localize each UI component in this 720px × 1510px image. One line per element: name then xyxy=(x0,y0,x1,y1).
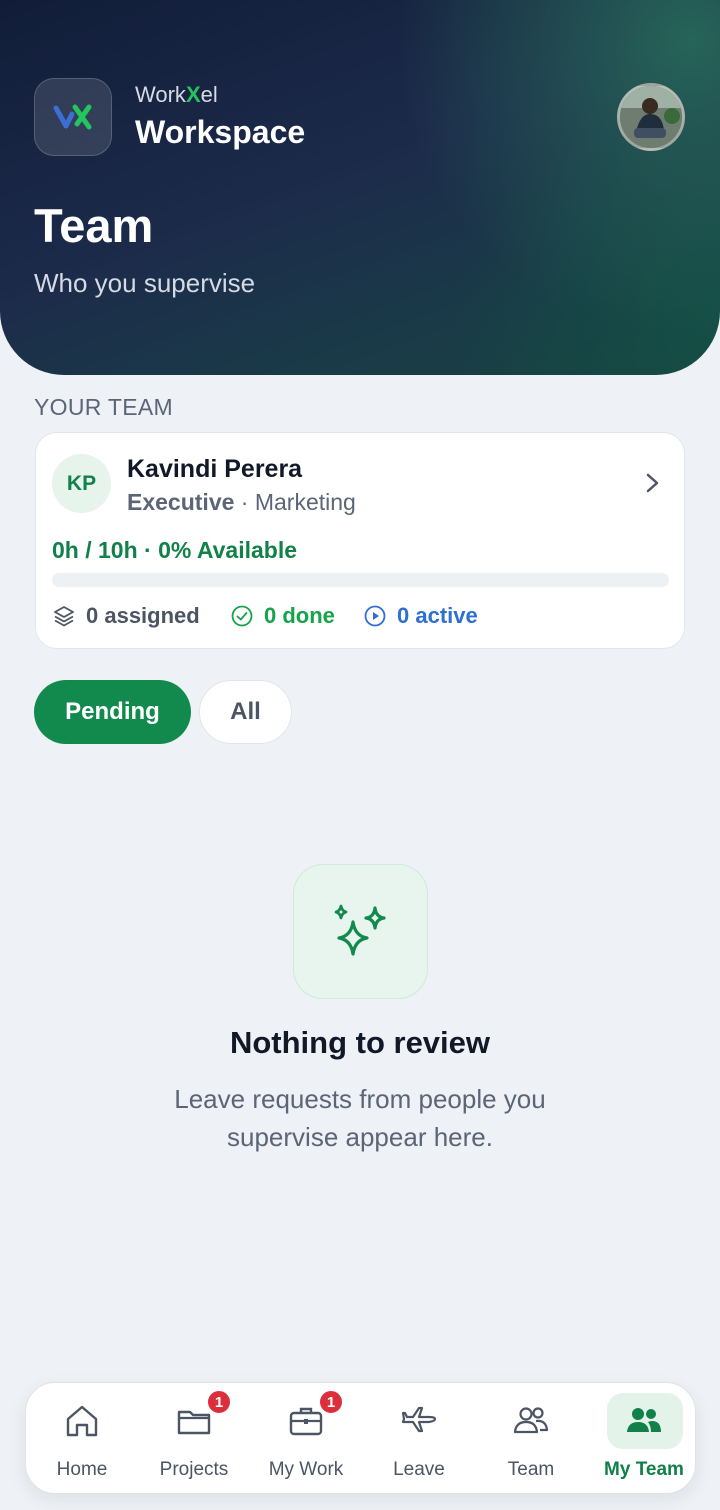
play-circle-icon xyxy=(364,605,386,627)
section-label-your-team: YOUR TEAM xyxy=(34,394,174,420)
page-title: Team xyxy=(34,199,154,252)
chevron-right-icon[interactable] xyxy=(642,471,662,495)
avatar-photo xyxy=(620,86,682,148)
nav-label-leave: Leave xyxy=(393,1459,445,1480)
plane-icon xyxy=(401,1406,437,1433)
availability-progress-bar xyxy=(52,573,669,587)
brand-name: WorkXel xyxy=(135,82,218,107)
header-banner: WorkXel Workspace Team Who you supervise xyxy=(0,0,720,375)
stat-active: 0 active xyxy=(363,603,478,629)
nav-label-team: Team xyxy=(507,1459,555,1480)
nav-item-projects[interactable]: 1 Projects xyxy=(144,1389,244,1485)
users-icon xyxy=(513,1407,549,1434)
nav-label-projects: Projects xyxy=(159,1459,229,1480)
nav-item-team[interactable]: Team xyxy=(481,1393,581,1485)
nav-item-leave[interactable]: Leave xyxy=(369,1393,469,1485)
stat-assigned: 0 assigned xyxy=(52,603,200,629)
nav-label-home: Home xyxy=(56,1459,108,1480)
member-role: Executive · Marketing xyxy=(127,489,356,515)
page-subtitle: Who you supervise xyxy=(34,268,256,298)
nav-item-my-team[interactable]: My Team xyxy=(594,1393,694,1485)
member-name: Kavindi Perera xyxy=(127,455,303,483)
sparkles-icon xyxy=(334,904,386,956)
check-circle-icon xyxy=(231,605,253,627)
nav-item-my-work[interactable]: 1 My Work xyxy=(256,1389,356,1485)
team-member-card[interactable]: KP Kavindi Perera Executive · Marketing … xyxy=(35,432,685,649)
stat-done: 0 done xyxy=(230,603,335,629)
filter-all-button[interactable]: All xyxy=(199,680,292,744)
layers-icon xyxy=(54,606,74,627)
home-icon xyxy=(66,1405,98,1437)
empty-state-description: Leave requests from people you supervise… xyxy=(174,1084,546,1152)
projects-badge: 1 xyxy=(206,1389,232,1415)
availability-text: 0h / 10h · 0% Available xyxy=(52,537,298,563)
filter-pending-button[interactable]: Pending xyxy=(34,680,191,744)
empty-state-title: Nothing to review xyxy=(229,1025,491,1060)
workspace-title: Workspace xyxy=(135,114,306,150)
my-work-badge: 1 xyxy=(318,1389,344,1415)
nav-item-home[interactable]: Home xyxy=(32,1393,132,1485)
nav-label-my-work: My Work xyxy=(268,1459,344,1480)
empty-state-icon-box xyxy=(293,864,428,999)
bottom-navigation: Home 1 Projects 1 My Work Leave Team My … xyxy=(25,1382,696,1494)
app-logo[interactable] xyxy=(34,78,112,156)
workxel-logo-icon xyxy=(53,104,92,130)
member-initials-avatar: KP xyxy=(52,454,111,513)
users-filled-icon xyxy=(627,1408,661,1432)
profile-avatar[interactable] xyxy=(617,83,685,151)
nav-label-my-team: My Team xyxy=(604,1459,684,1480)
